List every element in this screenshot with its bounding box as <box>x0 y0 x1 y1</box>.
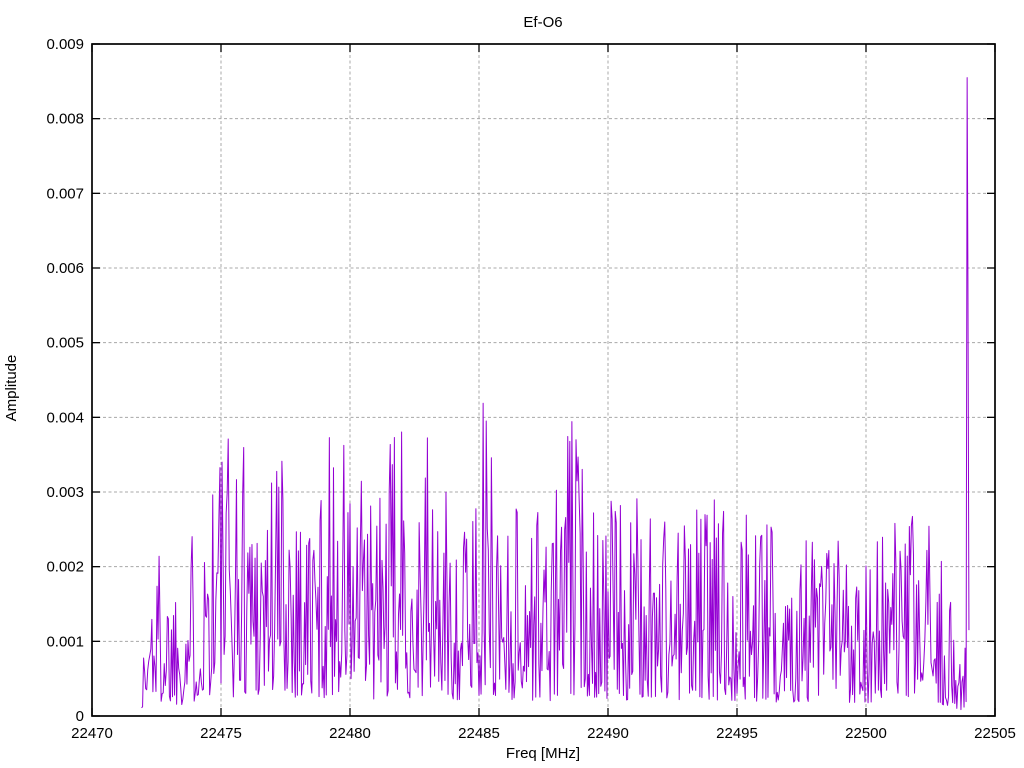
y-axis-label: Amplitude <box>3 355 20 422</box>
data-series <box>141 77 970 711</box>
x-tick-label: 22485 <box>458 725 500 742</box>
chart-title: Ef-O6 <box>523 14 562 31</box>
x-tick-label: 22500 <box>845 725 887 742</box>
y-tick-label: 0.001 <box>46 633 84 650</box>
axis-ticks <box>91 43 996 717</box>
y-tick-label: 0.003 <box>46 484 84 501</box>
plot-border <box>91 43 996 717</box>
y-tick-label: 0.009 <box>46 36 84 53</box>
x-axis-label: Freq [MHz] <box>506 745 580 762</box>
series-line-amplitude-spectrum <box>141 77 970 711</box>
chart-figure: 22470 22475 22480 22485 22490 22495 22500 22505… <box>0 0 1024 768</box>
y-tick-label: 0.005 <box>46 335 84 352</box>
spectrum-plot: 22470 22475 22480 22485 22490 22495 22500 22505… <box>3 14 1016 762</box>
x-tick-label: 22495 <box>716 725 758 742</box>
x-tick-label: 22470 <box>71 725 113 742</box>
y-tick-label: 0 <box>76 708 84 725</box>
y-tick-label: 0.004 <box>46 409 84 426</box>
x-tick-label: 22490 <box>587 725 629 742</box>
x-tick-label: 22475 <box>200 725 242 742</box>
y-tick-label: 0.006 <box>46 260 84 277</box>
x-tick-label: 22505 <box>974 725 1016 742</box>
y-tick-label: 0.002 <box>46 559 84 576</box>
x-tick-label: 22480 <box>329 725 371 742</box>
y-tick-label: 0.007 <box>46 185 84 202</box>
y-tick-label: 0.008 <box>46 111 84 128</box>
grid-lines <box>92 44 995 716</box>
